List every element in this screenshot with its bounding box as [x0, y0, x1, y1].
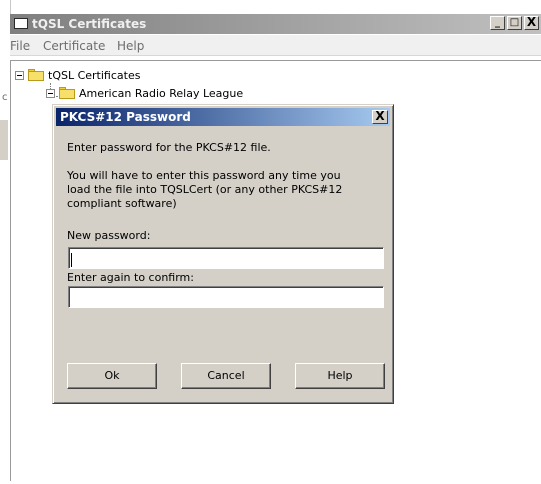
- main-title-bar[interactable]: tQSL Certificates _ □ X: [10, 14, 541, 34]
- dialog-note-line-3: compliant software): [67, 197, 177, 210]
- collapse-icon[interactable]: [46, 88, 55, 98]
- menu-bar: File Certificate Help: [10, 35, 541, 56]
- new-password-field[interactable]: [68, 247, 384, 269]
- window-title: tQSL Certificates: [32, 17, 147, 31]
- menu-help[interactable]: Help: [117, 39, 144, 53]
- tree-item-label: tQSL Certificates: [48, 68, 141, 82]
- help-button[interactable]: Help: [295, 363, 385, 389]
- background-window-fragment: c: [2, 92, 8, 103]
- dialog-note-line-2: load the file into TQSLCert (or any othe…: [67, 183, 343, 196]
- text-caret: [71, 253, 72, 267]
- maximize-button[interactable]: □: [507, 16, 522, 30]
- close-button[interactable]: X: [524, 16, 539, 30]
- menu-certificate[interactable]: Certificate: [43, 39, 105, 53]
- new-password-label: New password:: [67, 229, 151, 242]
- dialog-title-bar[interactable]: PKCS#12 Password X: [56, 108, 390, 126]
- confirm-password-label: Enter again to confirm:: [67, 271, 194, 284]
- app-icon: [14, 18, 28, 29]
- window-controls: _ □ X: [488, 16, 539, 30]
- dialog-close-button[interactable]: X: [372, 110, 388, 124]
- collapse-icon[interactable]: [15, 70, 24, 80]
- dialog-title: PKCS#12 Password: [60, 110, 191, 124]
- ok-button[interactable]: Ok: [67, 363, 157, 389]
- folder-icon: [28, 69, 44, 81]
- menu-file[interactable]: File: [10, 39, 30, 53]
- tree-item-root[interactable]: tQSL Certificates: [15, 67, 140, 83]
- dialog-note-line-1: You will have to enter this password any…: [67, 169, 341, 182]
- tree-item-arrl[interactable]: American Radio Relay League: [46, 85, 243, 101]
- tree-item-label: American Radio Relay League: [79, 86, 244, 100]
- pkcs12-password-dialog: PKCS#12 Password X Enter password for th…: [52, 104, 394, 404]
- minimize-button[interactable]: _: [490, 16, 505, 30]
- confirm-password-field[interactable]: [68, 286, 384, 308]
- dialog-intro-text: Enter password for the PKCS#12 file.: [67, 141, 271, 154]
- cancel-button[interactable]: Cancel: [181, 363, 271, 389]
- background-window-scroll-fragment: [0, 120, 8, 160]
- folder-icon: [59, 87, 75, 99]
